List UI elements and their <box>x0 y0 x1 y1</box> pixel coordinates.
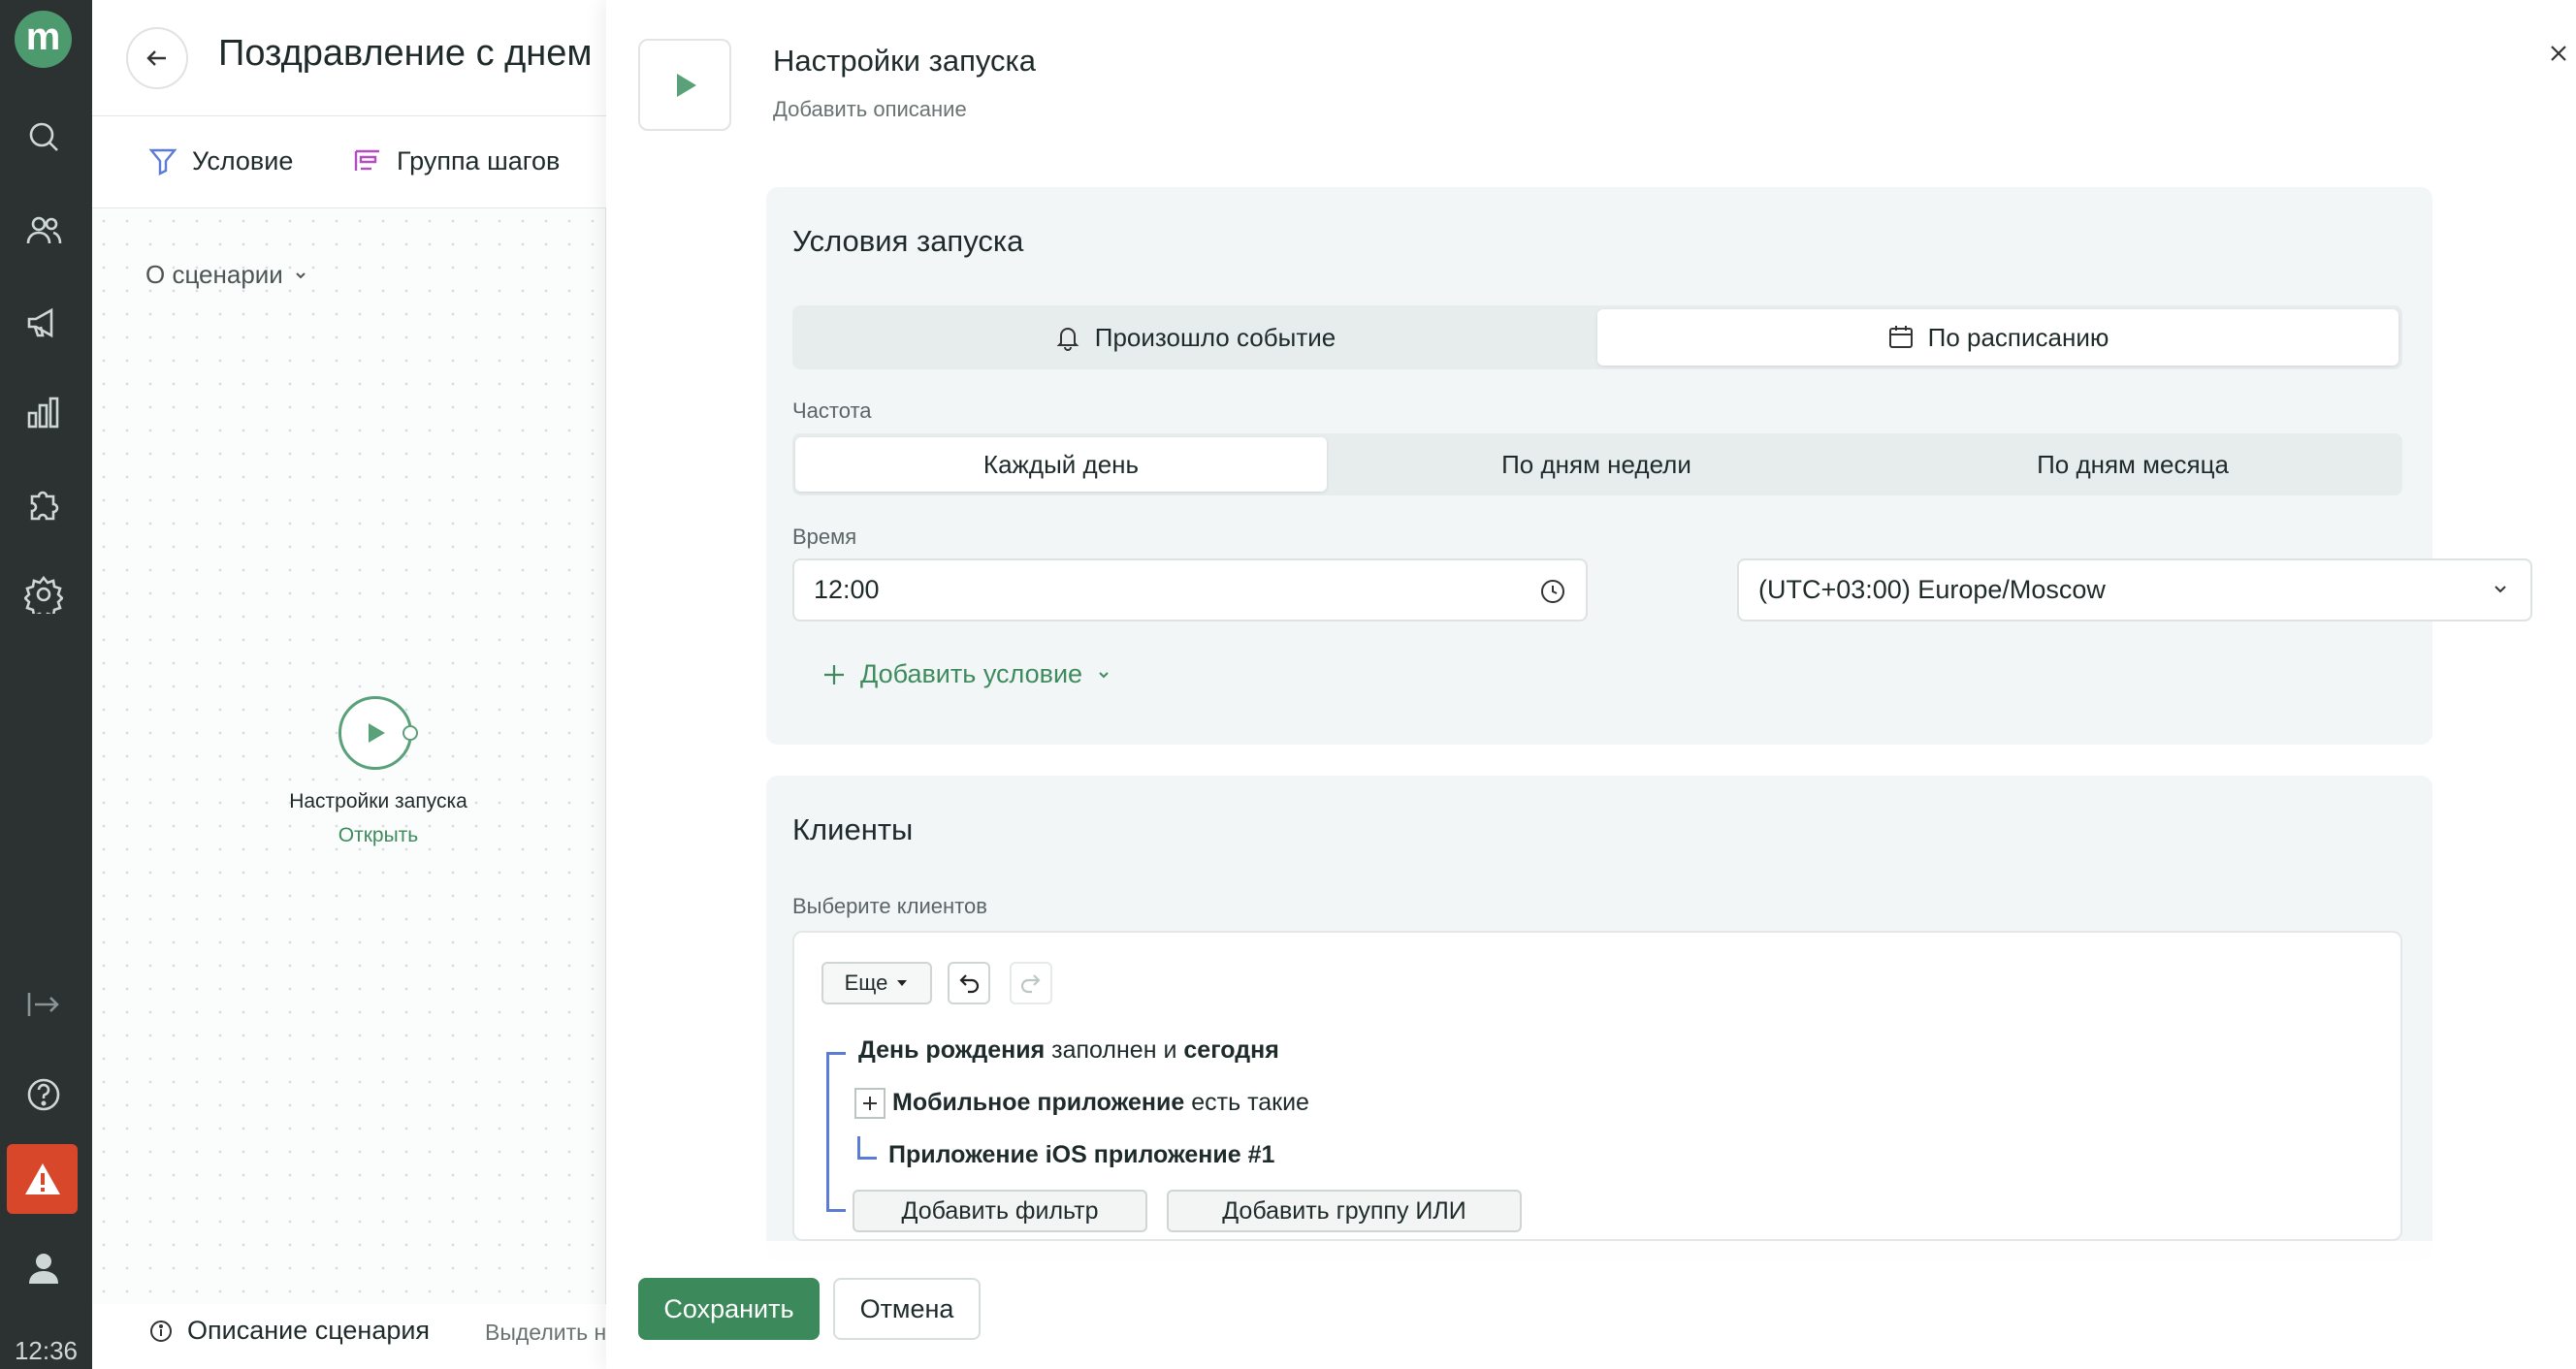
filter-birthday[interactable]: День рождения заполнен и сегодня <box>858 1036 1279 1065</box>
add-step-group-tool[interactable]: Группа шагов <box>352 145 560 176</box>
filter-editor: Еще День рождения заполнен и сегодня Моб… <box>792 931 2402 1241</box>
undo-icon <box>959 974 980 994</box>
redo-button[interactable] <box>1010 962 1052 1004</box>
launch-conditions-card: Условия запуска Произошло событие По рас… <box>766 187 2532 745</box>
add-description-link[interactable]: Добавить описание <box>773 97 967 122</box>
undo-button[interactable] <box>948 962 990 1004</box>
alert-button[interactable] <box>7 1144 78 1214</box>
chevron-down-icon <box>1099 671 1109 678</box>
play-icon <box>677 73 696 97</box>
step-group-icon <box>354 149 379 171</box>
clients-title: Клиенты <box>792 812 914 846</box>
add-condition-button[interactable]: Добавить условие <box>821 659 1111 689</box>
add-condition-tool[interactable]: Условие <box>147 145 293 176</box>
plus-icon <box>824 664 844 684</box>
select-nodes-hint[interactable]: Выделить н <box>485 1320 606 1346</box>
clock-icon <box>1541 580 1564 603</box>
description-label: Описание сценария <box>187 1316 431 1345</box>
close-button[interactable] <box>2544 39 2573 68</box>
tab-event[interactable]: Произошло событие <box>796 309 1594 366</box>
expand-group-button[interactable] <box>854 1088 886 1119</box>
about-scenario-dropdown[interactable]: О сценарии <box>145 260 308 290</box>
plus-icon <box>863 1097 877 1110</box>
collapse-icon[interactable] <box>21 982 66 1027</box>
play-icon <box>369 723 385 743</box>
chevron-down-icon <box>296 271 306 278</box>
filter-icon <box>148 148 177 175</box>
condition-label: Условие <box>192 145 294 175</box>
tree-line-branch <box>826 1052 846 1055</box>
profile-icon[interactable] <box>21 1246 66 1290</box>
launch-conditions-title: Условия запуска <box>792 224 1024 258</box>
clock-time: 12:36 <box>14 1336 79 1365</box>
tab-weekdays[interactable]: По дням недели <box>1331 437 1862 492</box>
settings-icon[interactable] <box>21 572 66 617</box>
timezone-select[interactable]: (UTC+03:00) Europe/Moscow <box>1737 558 2532 621</box>
chevron-down-icon <box>2495 586 2506 593</box>
more-label: Еще <box>844 971 888 995</box>
analytics-icon[interactable] <box>21 391 66 435</box>
time-value: 12:00 <box>814 575 880 604</box>
arrow-left-icon <box>146 50 166 66</box>
app-logo[interactable]: m <box>15 11 72 68</box>
add-or-group-button[interactable]: Добавить группу ИЛИ <box>1167 1190 1522 1232</box>
cancel-button[interactable]: Отмена <box>833 1278 981 1340</box>
frequency-switch: Каждый день По дням недели По дням месяц… <box>792 433 2402 495</box>
close-icon <box>2551 46 2566 61</box>
time-input[interactable]: 12:00 <box>792 558 1588 621</box>
about-label: О сценарии <box>145 260 283 289</box>
filter-mobile-app[interactable]: Мобильное приложение есть такие <box>892 1089 1309 1117</box>
frequency-label: Частота <box>792 398 872 423</box>
add-filter-button[interactable]: Добавить фильтр <box>853 1190 1147 1232</box>
bell-icon <box>1056 328 1079 351</box>
select-clients-label: Выберите клиентов <box>792 894 987 918</box>
tree-line-branch <box>826 1209 846 1212</box>
scenario-title: Поздравление с днем <box>218 33 593 74</box>
help-icon[interactable] <box>21 1072 66 1117</box>
main-nav: m 12:36 <box>0 0 92 1369</box>
clients-card: Клиенты Выберите клиентов Еще День рожде… <box>766 776 2432 1260</box>
canvas-footer: Описание сценария Выделить н <box>92 1304 606 1369</box>
save-button[interactable]: Сохранить <box>638 1278 820 1340</box>
tab-schedule[interactable]: По расписанию <box>1597 309 2399 366</box>
start-node-label: Настройки запуска <box>289 790 467 812</box>
redo-icon <box>1020 974 1041 994</box>
panel-title[interactable]: Настройки запуска <box>773 44 1036 79</box>
more-button[interactable]: Еще <box>821 962 932 1004</box>
add-condition-label: Добавить условие <box>860 659 1083 688</box>
tab-month-days[interactable]: По дням месяца <box>1866 437 2399 492</box>
canvas-toolbar: Условие Группа шагов <box>92 116 606 208</box>
tab-every-day[interactable]: Каждый день <box>795 437 1327 492</box>
scenario-description-link[interactable]: Описание сценария <box>148 1316 430 1346</box>
start-node-connector[interactable] <box>402 725 418 741</box>
users-icon[interactable] <box>21 208 66 253</box>
tab-event-label: Произошло событие <box>1094 322 1336 352</box>
integrations-icon[interactable] <box>21 482 66 526</box>
timezone-value: (UTC+03:00) Europe/Moscow <box>1758 575 2106 604</box>
calendar-icon <box>1888 326 1913 348</box>
launch-settings-panel: Настройки запуска Добавить описание Усло… <box>606 0 2576 1369</box>
tab-schedule-label: По расписанию <box>1927 322 2109 352</box>
panel-footer: Сохранить Отмена <box>606 1241 2576 1369</box>
tree-line-root <box>826 1052 829 1212</box>
time-label: Время <box>792 525 857 549</box>
start-node-open-link[interactable]: Открыть <box>267 824 490 847</box>
tree-line-child-branch <box>857 1157 877 1160</box>
step-group-label: Группа шагов <box>397 145 561 175</box>
panel-node-icon <box>638 39 731 131</box>
scenario-canvas[interactable]: Поздравление с днем Условие Группа шагов… <box>92 0 606 1369</box>
back-button[interactable] <box>126 27 188 89</box>
filter-ios-app[interactable]: Приложение iOS приложение #1 <box>888 1141 1274 1169</box>
search-icon[interactable] <box>21 114 66 159</box>
start-node[interactable] <box>338 696 412 770</box>
caret-down-icon <box>897 980 908 986</box>
trigger-type-switch: Произошло событие По расписанию <box>792 305 2402 369</box>
warning-icon <box>24 1163 60 1194</box>
info-icon <box>150 1320 172 1342</box>
canvas-header: Поздравление с днем <box>92 0 606 116</box>
campaigns-icon[interactable] <box>21 301 66 345</box>
